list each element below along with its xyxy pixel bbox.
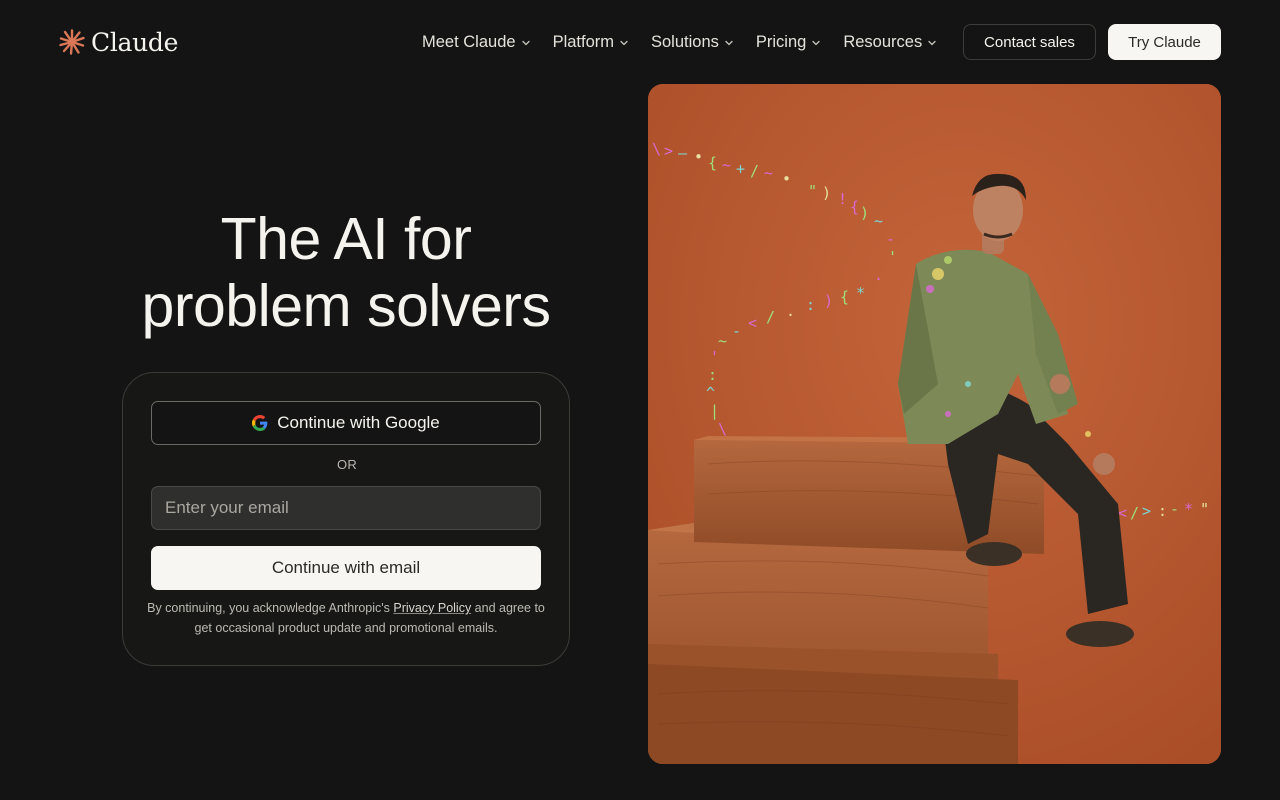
privacy-policy-link[interactable]: Privacy Policy (393, 601, 471, 615)
main-nav: Meet Claude Platform Solutions Pricing R… (422, 28, 937, 56)
continue-with-email-button[interactable]: Continue with email (151, 546, 541, 590)
svg-text:•: • (782, 170, 791, 188)
brand-name: Claude (91, 27, 179, 57)
svg-text:.: . (786, 302, 795, 320)
svg-text:•: • (694, 148, 703, 166)
svg-text:\: \ (652, 140, 661, 158)
contact-sales-button[interactable]: Contact sales (963, 24, 1096, 60)
nav-item-label: Resources (843, 32, 923, 51)
chevron-down-icon (928, 40, 936, 46)
svg-text:": " (808, 182, 817, 200)
or-divider: OR (336, 457, 358, 472)
svg-text:{: { (850, 198, 859, 216)
svg-text:*: * (856, 284, 865, 302)
nav-item-label: Meet Claude (422, 32, 516, 51)
chevron-down-icon (812, 40, 820, 46)
svg-text:/: / (750, 162, 759, 180)
svg-text:~: ~ (764, 164, 773, 182)
hero-title: The AI for problem solvers (122, 206, 570, 340)
continue-with-google-button[interactable]: Continue with Google (151, 401, 541, 445)
google-button-label: Continue with Google (277, 413, 440, 432)
svg-text:+: + (736, 160, 745, 178)
chevron-down-icon (620, 40, 628, 46)
chevron-down-icon (725, 40, 733, 46)
svg-text:—: — (678, 144, 688, 162)
legal-notice: By continuing, you acknowledge Anthropic… (147, 598, 545, 638)
hero-photo-illustration: \ > — • { ~ + / ~ • " ) ! { ) ~ - ' . * … (648, 84, 1221, 764)
email-input[interactable] (151, 486, 541, 530)
nav-item-label: Solutions (651, 32, 719, 51)
svg-text::: : (708, 366, 717, 384)
svg-text:): ) (860, 204, 869, 222)
nav-item-label: Platform (552, 32, 614, 51)
svg-text:-: - (1170, 500, 1179, 518)
claude-logo[interactable]: Claude (59, 27, 178, 57)
svg-text:/: / (1130, 504, 1139, 522)
hero-title-line-1: The AI for (220, 206, 472, 272)
nav-item-platform[interactable]: Platform (553, 28, 629, 56)
svg-text:>: > (1142, 502, 1151, 520)
svg-text:{: { (840, 288, 849, 306)
nav-item-solutions[interactable]: Solutions (651, 28, 734, 56)
svg-text:.: . (874, 266, 883, 284)
svg-text:^: ^ (706, 384, 715, 402)
svg-text:>: > (664, 142, 673, 160)
claude-starburst-icon (59, 29, 85, 55)
hero-title-line-2: problem solvers (141, 273, 551, 339)
svg-text:<: < (748, 314, 757, 332)
legal-text-pre: By continuing, you acknowledge Anthropic… (147, 601, 394, 615)
svg-text:{: { (708, 154, 717, 172)
svg-text:*: * (1184, 500, 1193, 518)
nav-item-label: Pricing (755, 32, 807, 51)
hero-photo: \ > — • { ~ + / ~ • " ) ! { ) ~ - ' . * … (648, 84, 1221, 764)
svg-text:-: - (886, 230, 895, 248)
svg-text:): ) (822, 184, 831, 202)
svg-text:': ' (710, 348, 719, 366)
nav-item-resources[interactable]: Resources (843, 28, 937, 56)
svg-text:\: \ (718, 420, 727, 438)
chevron-down-icon (521, 40, 530, 46)
svg-text:-: - (732, 322, 741, 340)
try-claude-button[interactable]: Try Claude (1108, 24, 1221, 60)
svg-text:": " (1200, 500, 1209, 518)
svg-text:): ) (824, 292, 833, 310)
nav-item-meet-claude[interactable]: Meet Claude (422, 28, 531, 56)
site-header: Claude Meet Claude Platform Solutions Pr… (0, 0, 1280, 84)
svg-text:~: ~ (722, 156, 731, 174)
svg-text:~: ~ (874, 212, 883, 230)
google-g-icon (252, 415, 268, 431)
svg-text:~: ~ (718, 332, 727, 350)
svg-text::: : (806, 296, 815, 314)
nav-item-pricing[interactable]: Pricing (756, 28, 821, 56)
svg-text:': ' (888, 248, 897, 266)
svg-text::: : (1158, 502, 1167, 520)
signup-card: Continue with Google OR Continue with em… (122, 372, 570, 666)
svg-text:!: ! (838, 190, 847, 208)
svg-text:/: / (766, 308, 775, 326)
svg-text:|: | (710, 402, 719, 420)
